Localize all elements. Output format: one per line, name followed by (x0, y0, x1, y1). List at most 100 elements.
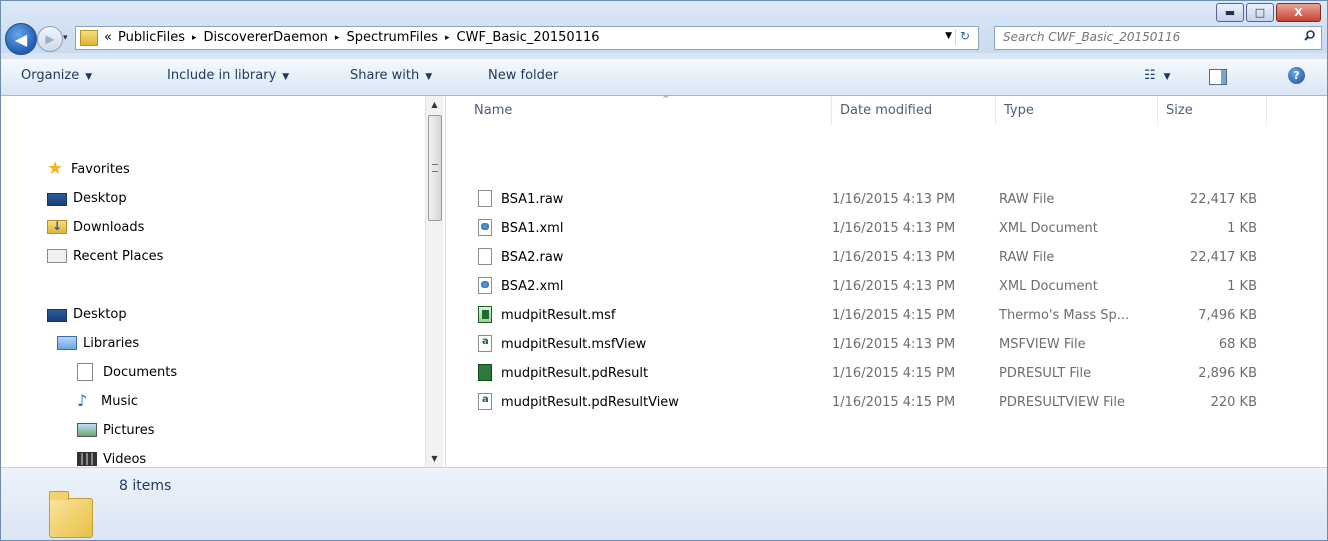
sidebar-item-desktop-root[interactable]: Desktop (47, 304, 127, 324)
chevron-down-icon: ▼ (282, 72, 290, 82)
sort-ascending-icon: ^ (662, 95, 670, 105)
file-name: mudpitResult.pdResultView (501, 395, 679, 410)
close-icon: X (1294, 6, 1303, 19)
file-size: 68 KB (1218, 337, 1257, 352)
column-header-name[interactable]: Name ^ (466, 95, 832, 126)
scroll-down-button[interactable]: ▼ (426, 450, 443, 467)
breadcrumb-item[interactable]: CWF_Basic_20150116 (457, 30, 600, 45)
address-bar[interactable]: « PublicFiles ▸ DiscovererDaemon ▸ Spect… (75, 26, 979, 50)
table-row[interactable]: BSA1.xml 1/16/2015 4:13 PM XML Document … (446, 214, 1327, 243)
raw-file-icon (478, 190, 492, 207)
sidebar-item-pictures[interactable]: Pictures (77, 420, 154, 440)
help-button[interactable]: ? (1288, 67, 1305, 84)
breadcrumb-item[interactable]: DiscovererDaemon (204, 30, 328, 45)
folder-icon (49, 491, 93, 538)
pictures-icon (77, 423, 97, 437)
sidebar-item-label: Videos (103, 451, 147, 467)
breadcrumb-separator-icon[interactable]: ▸ (192, 33, 197, 43)
details-pane: 8 items (1, 467, 1327, 540)
table-row[interactable]: mudpitResult.msfView 1/16/2015 4:13 PM M… (446, 330, 1327, 359)
file-name: mudpitResult.pdResult (501, 366, 649, 381)
libraries-icon (57, 336, 77, 350)
file-size: 1 KB (1227, 221, 1257, 236)
title-bar: ▬ □ X ◀ ▶ ▾ « PublicFiles ▸ DiscovererDa… (1, 1, 1327, 55)
sidebar-item-label: Music (101, 393, 138, 409)
file-list: Name ^ Date modified Type Size BSA1.raw … (446, 95, 1327, 467)
table-row[interactable]: mudpitResult.pdResult 1/16/2015 4:15 PM … (446, 359, 1327, 388)
file-type: RAW File (999, 250, 1055, 265)
breadcrumb-overflow-button[interactable]: « (104, 30, 112, 45)
breadcrumb-separator-icon[interactable]: ▸ (445, 33, 450, 43)
items-count: 8 items (119, 478, 172, 494)
include-in-library-label: Include in library (167, 68, 277, 83)
scroll-up-button[interactable]: ▲ (426, 96, 443, 113)
table-row[interactable]: BSA1.raw 1/16/2015 4:13 PM RAW File 22,4… (446, 185, 1327, 214)
back-arrow-icon: ◀ (14, 29, 28, 49)
column-header-size[interactable]: Size (1158, 96, 1267, 126)
file-type: RAW File (999, 192, 1055, 207)
sidebar-item-music[interactable]: ♪ Music (77, 391, 138, 411)
file-size: 1 KB (1227, 279, 1257, 294)
file-name: BSA2.raw (501, 250, 564, 265)
table-row[interactable]: BSA2.xml 1/16/2015 4:13 PM XML Document … (446, 272, 1327, 301)
xml-file-icon (478, 219, 492, 236)
maximize-button[interactable]: □ (1246, 3, 1274, 22)
navigation-scrollbar[interactable]: ▲ ▼ (425, 96, 443, 467)
sidebar-item-libraries[interactable]: Libraries (57, 333, 139, 353)
share-with-button[interactable]: Share with ▼ (350, 68, 432, 83)
column-header-type[interactable]: Type (996, 96, 1158, 126)
forward-button[interactable]: ▶ (37, 26, 63, 52)
breadcrumb-item[interactable]: SpectrumFiles (346, 30, 438, 45)
sidebar-item-downloads[interactable]: Downloads (47, 217, 144, 237)
help-icon: ? (1293, 69, 1300, 82)
file-date: 1/16/2015 4:13 PM (832, 250, 956, 265)
search-input[interactable] (1001, 29, 1295, 45)
scroll-thumb[interactable] (428, 115, 442, 221)
pdresultview-file-icon (478, 393, 492, 410)
refresh-button[interactable]: ↻ (955, 29, 974, 45)
new-folder-button[interactable]: New folder (488, 68, 558, 83)
msfview-file-icon (478, 335, 492, 352)
table-row[interactable]: mudpitResult.msf 1/16/2015 4:15 PM Therm… (446, 301, 1327, 330)
include-in-library-button[interactable]: Include in library ▼ (167, 68, 289, 83)
preview-pane-button[interactable] (1209, 69, 1227, 85)
sidebar-item-desktop[interactable]: Desktop (47, 188, 127, 208)
sidebar-item-favorites[interactable]: ★ Favorites (47, 159, 130, 179)
organize-label: Organize (21, 68, 80, 83)
sidebar-item-documents[interactable]: Documents (77, 362, 177, 382)
caption-buttons: ▬ □ X (1214, 3, 1321, 22)
column-header-label: Name (474, 103, 513, 118)
address-dropdown-button[interactable]: ▼ (945, 31, 952, 41)
pdresult-file-icon (478, 364, 492, 381)
file-type: PDRESULT File (999, 366, 1092, 381)
xml-file-icon (478, 277, 492, 294)
raw-file-icon (478, 248, 492, 265)
change-view-button[interactable]: ☷ ▼ (1144, 68, 1171, 83)
close-button[interactable]: X (1276, 3, 1321, 22)
breadcrumb-item[interactable]: PublicFiles (118, 30, 185, 45)
column-header-label: Type (1004, 103, 1034, 118)
music-icon: ♪ (77, 391, 88, 410)
table-row[interactable]: mudpitResult.pdResultView 1/16/2015 4:15… (446, 388, 1327, 417)
search-icon[interactable] (1304, 30, 1315, 41)
breadcrumb-separator-icon[interactable]: ▸ (335, 33, 340, 43)
chevron-down-icon: ▼ (425, 72, 433, 82)
back-button[interactable]: ◀ (5, 23, 37, 55)
sidebar-item-label: Documents (103, 364, 178, 380)
file-name: BSA2.xml (501, 279, 564, 294)
breadcrumb: « PublicFiles ▸ DiscovererDaemon ▸ Spect… (104, 30, 600, 45)
column-header-date-modified[interactable]: Date modified (832, 96, 996, 126)
table-row[interactable]: BSA2.raw 1/16/2015 4:13 PM RAW File 22,4… (446, 243, 1327, 272)
search-box (994, 26, 1322, 50)
desktop-icon (47, 308, 67, 322)
file-type: MSFVIEW File (999, 337, 1086, 352)
organize-button[interactable]: Organize ▼ (21, 68, 92, 83)
sidebar-item-recent-places[interactable]: Recent Places (47, 246, 163, 266)
star-icon: ★ (47, 158, 64, 179)
file-date: 1/16/2015 4:13 PM (832, 192, 956, 207)
sidebar-item-videos[interactable]: Videos (77, 449, 146, 467)
minimize-button[interactable]: ▬ (1216, 3, 1244, 22)
recent-locations-button[interactable]: ▾ (63, 33, 68, 43)
file-size: 22,417 KB (1189, 250, 1257, 265)
file-size: 7,496 KB (1198, 308, 1257, 323)
